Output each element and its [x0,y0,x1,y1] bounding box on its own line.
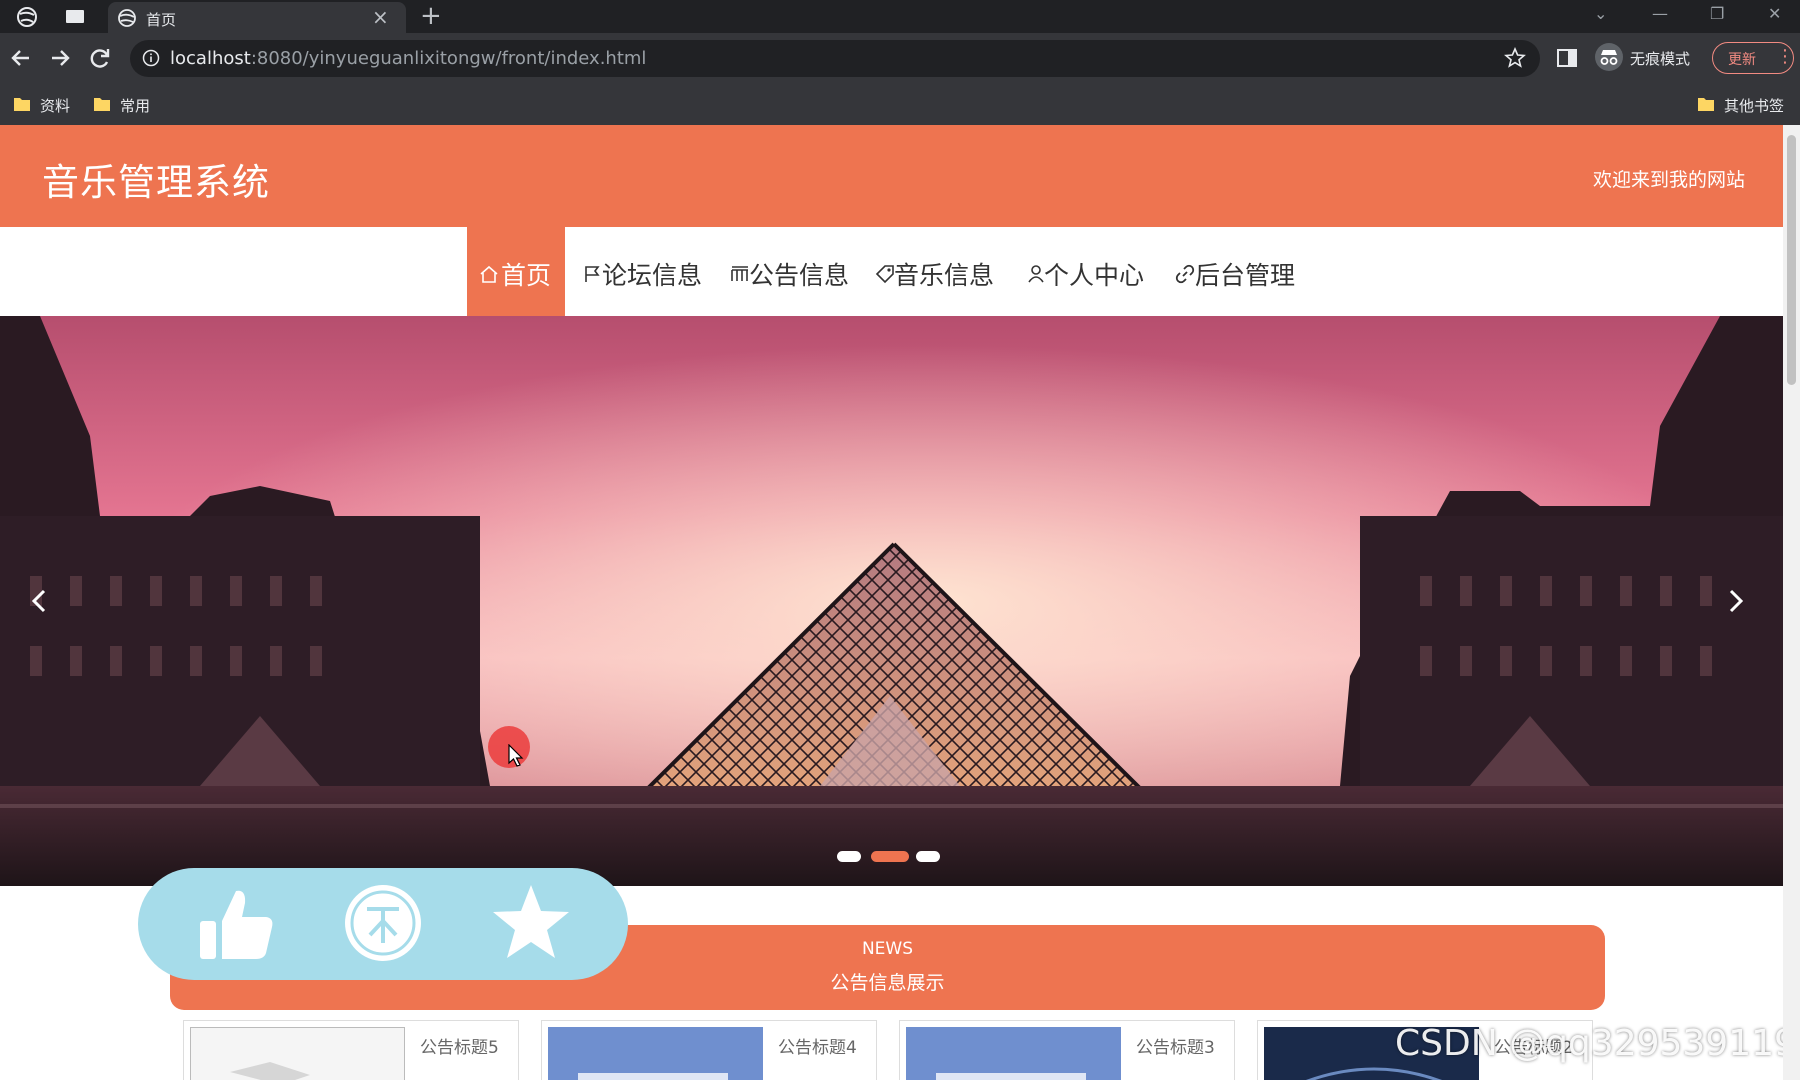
user-icon [1028,265,1044,283]
folder-icon [1698,98,1714,111]
flag-icon [585,266,600,282]
side-panel-icon[interactable] [1556,47,1578,69]
tab-list-icon[interactable]: ⌄ [1594,4,1607,23]
nav-item-forum[interactable]: 论坛信息 [580,227,710,321]
grid-icon [731,266,748,281]
tab-search-icon[interactable] [64,6,86,28]
incognito-label: 无痕模式 [1630,50,1691,68]
bookmark-label: 常用 [120,97,151,115]
csdn-watermark: CSDN @qq3295391197 [1395,1023,1800,1064]
scrollbar-thumb[interactable] [1787,135,1796,385]
tab-close-icon[interactable]: × [372,5,389,29]
carousel-next-icon[interactable] [1721,581,1751,621]
update-label: 更新 [1728,52,1756,68]
back-icon[interactable] [6,43,36,73]
mouse-cursor-icon [508,744,524,767]
close-window-icon[interactable]: ✕ [1768,4,1781,23]
more-menu-icon[interactable]: ⋮ [1776,46,1794,67]
minimize-icon[interactable]: — [1652,4,1668,23]
update-button[interactable]: 更新 ⋮ [1712,42,1794,74]
nav-item-music[interactable]: 音乐信息 [873,227,1003,321]
nav-item-home[interactable]: 首页 [467,227,565,321]
thumbs-up-icon[interactable] [198,885,276,963]
carousel-dot-1[interactable] [837,851,861,862]
chrome-menu-icon[interactable] [16,6,38,28]
bookmark-star-icon[interactable] [1504,47,1526,69]
folder-icon [14,98,30,111]
other-bookmarks-label: 其他书签 [1724,97,1785,115]
browser-toolbar: localhost:8080/yinyueguanlixitongw/front… [0,33,1800,85]
address-bar[interactable]: localhost:8080/yinyueguanlixitongw/front… [130,40,1540,77]
site-header: 音乐管理系统 欢迎来到我的网站 [0,125,1783,227]
news-card-title: 公告标题3 [1136,1038,1215,1058]
news-card-3[interactable]: 公告标题3 [899,1020,1235,1080]
home-icon [480,265,498,283]
social-actions-overlay [138,868,628,980]
nav-label: 论坛信息 [602,261,703,290]
nav-item-profile[interactable]: 个人中心 [1024,227,1154,321]
tab-title: 首页 [146,11,177,29]
carousel-dot-2[interactable] [871,851,909,862]
coin-icon[interactable] [343,883,423,963]
forward-icon[interactable] [45,43,75,73]
news-thumbnail [906,1027,1121,1080]
main-nav: 首页 论坛信息 公告信息 音乐信息 个人中心 后台管理 [0,227,1783,321]
incognito-icon[interactable] [1594,42,1624,72]
other-bookmarks[interactable]: 其他书签 [1698,94,1798,116]
hero-carousel[interactable] [0,316,1783,886]
bookmark-folder-changyong[interactable]: 常用 [94,94,164,116]
news-thumbnail [190,1027,405,1080]
news-card-2[interactable]: 公告标题4 [541,1020,877,1080]
news-thumbnail [548,1027,763,1080]
bookmarks-bar: 资料 常用 其他书签 [0,85,1800,125]
banner-image [0,316,1783,886]
new-tab-icon[interactable]: + [420,1,442,31]
nav-label: 后台管理 [1195,261,1296,290]
nav-label: 个人中心 [1044,261,1145,290]
url-text: localhost:8080/yinyueguanlixitongw/front… [170,48,647,69]
nav-label: 首页 [501,261,552,290]
carousel-prev-icon[interactable] [24,581,54,621]
star-icon[interactable] [490,882,572,964]
active-tab[interactable]: 首页 × [108,2,406,33]
restore-icon[interactable]: ❐ [1710,4,1724,23]
news-card-title: 公告标题5 [420,1038,499,1058]
bookmark-label: 资料 [40,97,71,115]
bookmark-folder-ziliao[interactable]: 资料 [14,94,84,116]
globe-icon [118,9,136,27]
welcome-text: 欢迎来到我的网站 [1592,169,1745,191]
nav-item-notice[interactable]: 公告信息 [728,227,858,321]
browser-tab-bar: 首页 × + ⌄ — ❐ ✕ [0,0,1800,33]
folder-icon [94,98,110,111]
news-card-title: 公告标题4 [778,1038,857,1058]
news-card-1[interactable]: 公告标题5 [183,1020,519,1080]
carousel-dot-3[interactable] [916,851,940,862]
nav-label: 音乐信息 [894,261,995,290]
page-viewport: 音乐管理系统 欢迎来到我的网站 首页 论坛信息 公告信息 音乐信息 个人中心 后… [0,125,1800,1080]
reload-icon[interactable] [85,43,115,73]
site-title: 音乐管理系统 [42,161,270,204]
tag-icon [875,265,894,284]
nav-item-admin[interactable]: 后台管理 [1173,227,1303,321]
page-scrollbar[interactable] [1783,125,1800,1080]
link-icon [1175,264,1195,284]
nav-label: 公告信息 [749,261,850,290]
site-info-icon[interactable] [142,49,160,67]
